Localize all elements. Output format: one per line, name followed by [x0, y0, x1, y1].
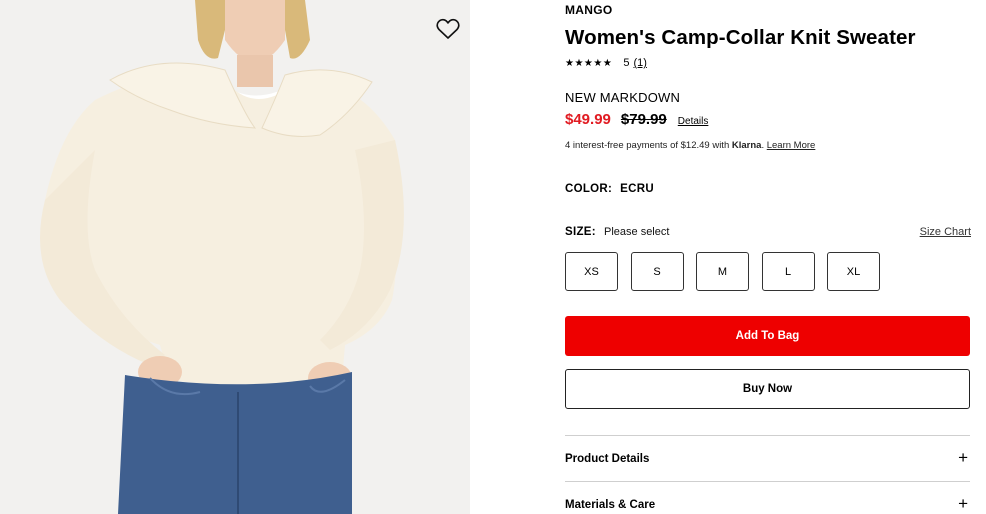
product-rating[interactable]: ★★★★★ 5 (1) — [565, 57, 647, 69]
plus-icon: + — [958, 448, 968, 467]
original-price: $79.99 — [620, 111, 667, 128]
size-option-xs[interactable]: XS — [565, 252, 618, 291]
wishlist-button[interactable] — [436, 18, 462, 44]
rating-score: 5 — [623, 57, 630, 69]
size-header: SIZE: Please select Size Chart — [565, 226, 971, 240]
brand-name[interactable]: MANGO — [565, 3, 613, 17]
product-image[interactable] — [0, 0, 470, 514]
accordion-label: Materials & Care — [565, 499, 656, 511]
add-to-bag-button[interactable]: Add To Bag — [565, 316, 970, 356]
size-prompt: Please select — [604, 226, 670, 238]
accordion-label: Product Details — [565, 453, 650, 465]
heart-icon — [436, 18, 460, 39]
review-count-link[interactable]: (1) — [633, 57, 646, 69]
color-value: ECRU — [620, 183, 654, 195]
sale-price: $49.99 — [565, 111, 611, 128]
klarna-message: 4 interest-free payments of $12.49 with … — [565, 140, 815, 151]
size-option-m[interactable]: M — [696, 252, 749, 291]
product-photo-illustration — [0, 0, 470, 514]
accordion-product-details[interactable]: Product Details + — [565, 435, 970, 481]
klarna-text: 4 interest-free payments of $12.49 with — [565, 140, 732, 151]
size-options: XS S M L XL — [565, 252, 893, 291]
accordion-materials-care[interactable]: Materials & Care + — [565, 481, 970, 514]
color-label: COLOR: — [565, 183, 613, 195]
klarna-learn-more-link[interactable]: Learn More — [767, 140, 816, 151]
size-label: SIZE: — [565, 226, 596, 238]
price-details-link[interactable]: Details — [678, 116, 709, 127]
size-option-xl[interactable]: XL — [827, 252, 880, 291]
star-rating-icon: ★★★★★ — [565, 57, 613, 69]
buy-now-button[interactable]: Buy Now — [565, 369, 970, 409]
size-option-l[interactable]: L — [761, 252, 815, 291]
size-option-s[interactable]: S — [630, 252, 684, 291]
price-row: $49.99 $79.99 Details — [565, 111, 708, 128]
markdown-label: NEW MARKDOWN — [565, 90, 681, 105]
product-title: Women's Camp-Collar Knit Sweater — [565, 26, 916, 49]
size-chart-link[interactable]: Size Chart — [920, 226, 971, 238]
color-selector: COLOR: ECRU — [565, 183, 654, 195]
klarna-brand: Klarna — [731, 140, 762, 151]
plus-icon: + — [958, 494, 968, 513]
